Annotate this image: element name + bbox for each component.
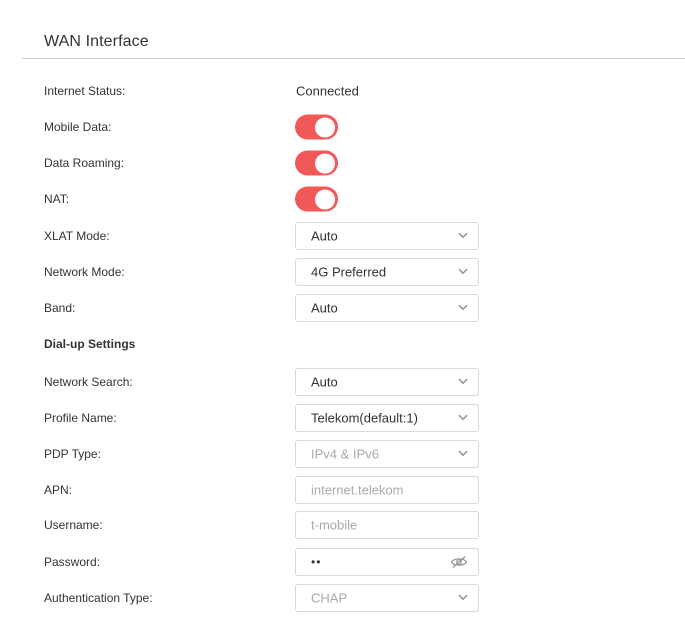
authentication-type-value: CHAP <box>311 590 348 606</box>
nat-row: NAT: <box>0 183 685 215</box>
toggle-knob <box>315 117 335 137</box>
apn-input[interactable]: internet.telekom <box>295 476 479 504</box>
apn-label: APN: <box>44 483 73 497</box>
xlat-mode-value: Auto <box>311 228 338 244</box>
internet-status-value: Connected <box>296 83 359 99</box>
section-divider <box>22 58 685 59</box>
band-label: Band: <box>44 301 76 315</box>
password-value: •• <box>311 555 322 569</box>
internet-status-label: Internet Status: <box>44 84 126 98</box>
band-select[interactable]: Auto <box>295 294 479 322</box>
profile-name-label: Profile Name: <box>44 411 117 425</box>
password-input[interactable]: •• <box>295 548 479 576</box>
username-row: Username: t-mobile <box>0 509 685 541</box>
internet-status-row: Internet Status: Connected <box>0 75 685 107</box>
profile-name-value: Telekom(default:1) <box>311 410 418 426</box>
band-row: Band: Auto <box>0 292 685 324</box>
xlat-mode-row: XLAT Mode: Auto <box>0 220 685 252</box>
dialup-settings-heading: Dial-up Settings <box>44 337 136 351</box>
band-value: Auto <box>311 300 338 316</box>
data-roaming-toggle[interactable] <box>295 150 338 176</box>
apn-row: APN: internet.telekom <box>0 474 685 506</box>
pdp-type-label: PDP Type: <box>44 447 101 461</box>
pdp-type-row: PDP Type: IPv4 & IPv6 <box>0 438 685 470</box>
username-value: t-mobile <box>311 517 358 533</box>
section-title: WAN Interface <box>44 33 149 50</box>
chevron-down-icon <box>458 268 468 275</box>
network-search-value: Auto <box>311 374 338 390</box>
mobile-data-label: Mobile Data: <box>44 120 112 134</box>
nat-label: NAT: <box>44 192 70 206</box>
nat-toggle[interactable] <box>295 186 338 212</box>
chevron-down-icon <box>458 232 468 239</box>
data-roaming-row: Data Roaming: <box>0 147 685 179</box>
xlat-mode-select[interactable]: Auto <box>295 222 479 250</box>
mobile-data-toggle[interactable] <box>295 114 338 140</box>
profile-name-row: Profile Name: Telekom(default:1) <box>0 402 685 434</box>
chevron-down-icon <box>458 378 468 385</box>
profile-name-select[interactable]: Telekom(default:1) <box>295 404 479 432</box>
network-mode-row: Network Mode: 4G Preferred <box>0 256 685 288</box>
pdp-type-select[interactable]: IPv4 & IPv6 <box>295 440 479 468</box>
pdp-type-value: IPv4 & IPv6 <box>311 446 379 462</box>
username-label: Username: <box>44 518 103 532</box>
network-search-row: Network Search: Auto <box>0 366 685 398</box>
chevron-down-icon <box>458 414 468 421</box>
toggle-knob <box>315 189 335 209</box>
authentication-type-label: Authentication Type: <box>44 591 153 605</box>
eye-slash-icon[interactable] <box>450 555 468 569</box>
toggle-knob <box>315 153 335 173</box>
chevron-down-icon <box>458 450 468 457</box>
xlat-mode-label: XLAT Mode: <box>44 229 110 243</box>
network-search-select[interactable]: Auto <box>295 368 479 396</box>
mobile-data-row: Mobile Data: <box>0 111 685 143</box>
network-mode-label: Network Mode: <box>44 265 125 279</box>
username-input[interactable]: t-mobile <box>295 511 479 539</box>
chevron-down-icon <box>458 594 468 601</box>
network-mode-value: 4G Preferred <box>311 264 387 280</box>
apn-value: internet.telekom <box>311 482 404 498</box>
network-search-label: Network Search: <box>44 375 133 389</box>
chevron-down-icon <box>458 304 468 311</box>
network-mode-select[interactable]: 4G Preferred <box>295 258 479 286</box>
authentication-type-select[interactable]: CHAP <box>295 584 479 612</box>
authentication-type-row: Authentication Type: CHAP <box>0 582 685 614</box>
data-roaming-label: Data Roaming: <box>44 156 125 170</box>
password-label: Password: <box>44 555 101 569</box>
password-row: Password: •• <box>0 546 685 578</box>
